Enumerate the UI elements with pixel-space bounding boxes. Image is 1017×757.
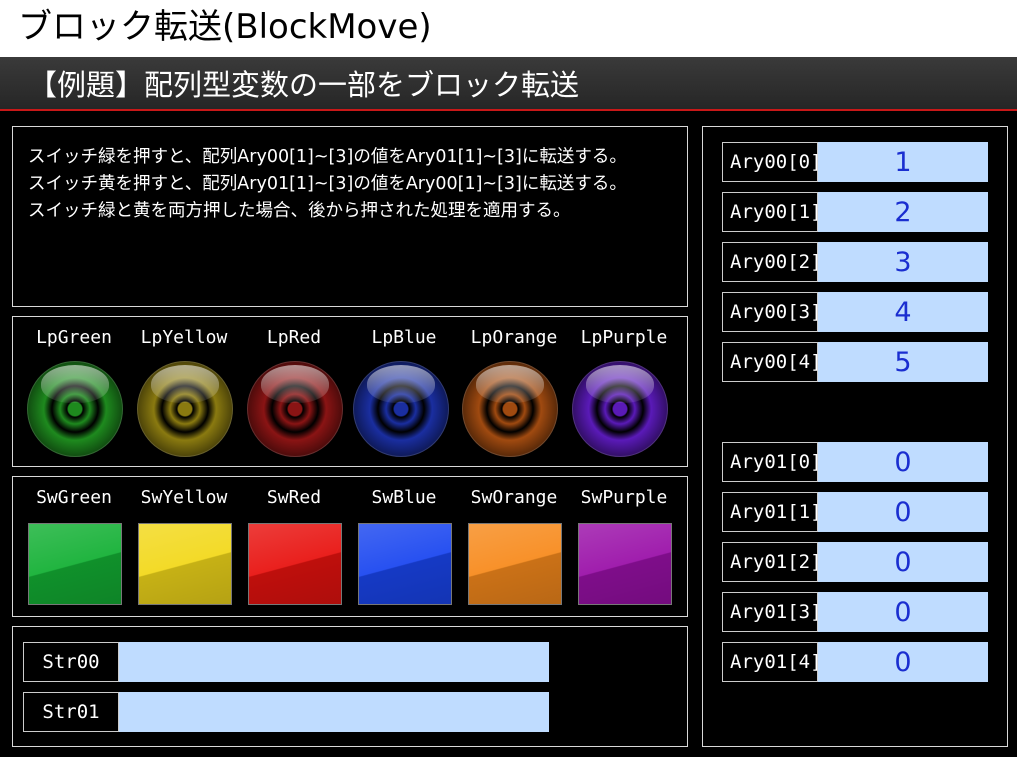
ary01-3-label: Ary01[3] xyxy=(722,592,822,632)
switch-red-button[interactable] xyxy=(248,523,342,605)
switch-yellow-button[interactable] xyxy=(138,523,232,605)
section-header: 【例題】配列型変数の一部をブロック転送 xyxy=(0,57,1017,111)
description-line-3: スイッチ緑と黄を両方押した場合、後から押された処理を適用する。 xyxy=(28,201,571,221)
switch-orange-label: SwOrange xyxy=(470,487,558,508)
description-line-2: スイッチ黄を押すと、配列Ary01[1]~[3]の値をAry00[1]~[3]に… xyxy=(28,174,627,194)
str01-label: Str01 xyxy=(23,692,119,732)
ary01-2-value[interactable]: 0 xyxy=(818,542,988,582)
ary01-1-label: Ary01[1] xyxy=(722,492,822,532)
ary01-4-value[interactable]: 0 xyxy=(818,642,988,682)
ary01-1-value[interactable]: 0 xyxy=(818,492,988,532)
lamp-purple-label: LpPurple xyxy=(580,327,668,348)
ary00-4-label: Ary00[4] xyxy=(722,342,822,382)
lamp-purple-icon xyxy=(572,361,668,457)
switch-purple-button[interactable] xyxy=(578,523,672,605)
str00-label: Str00 xyxy=(23,642,119,682)
switch-panel: SwGreen SwYellow SwRed SwBlue SwOrange S… xyxy=(12,476,688,617)
switch-yellow-label: SwYellow xyxy=(140,487,228,508)
ary00-0-value[interactable]: 1 xyxy=(818,142,988,182)
ary00-0-label: Ary00[0] xyxy=(722,142,822,182)
lamp-red-icon xyxy=(247,361,343,457)
lamp-yellow-icon xyxy=(137,361,233,457)
ary01-2-label: Ary01[2] xyxy=(722,542,822,582)
ary00-1-value[interactable]: 2 xyxy=(818,192,988,232)
lamp-green-icon xyxy=(27,361,123,457)
lamp-orange-label: LpOrange xyxy=(470,327,558,348)
ary01-3-value[interactable]: 0 xyxy=(818,592,988,632)
str00-field[interactable] xyxy=(119,642,549,682)
ary01-0-label: Ary01[0] xyxy=(722,442,822,482)
switch-blue-button[interactable] xyxy=(358,523,452,605)
string-panel: Str00 Str01 xyxy=(12,626,688,747)
title-bar: ブロック転送(BlockMove) xyxy=(0,0,1017,57)
lamp-orange-icon xyxy=(462,361,558,457)
ary01-4-label: Ary01[4] xyxy=(722,642,822,682)
ary01-0-value[interactable]: 0 xyxy=(818,442,988,482)
ary00-1-label: Ary00[1] xyxy=(722,192,822,232)
ary00-4-value[interactable]: 5 xyxy=(818,342,988,382)
ary00-3-value[interactable]: 4 xyxy=(818,292,988,332)
switch-red-label: SwRed xyxy=(266,487,322,508)
lamp-blue-icon xyxy=(353,361,449,457)
ary00-2-label: Ary00[2] xyxy=(722,242,822,282)
switch-blue-label: SwBlue xyxy=(371,487,437,508)
lamp-yellow-label: LpYellow xyxy=(140,327,228,348)
page-title: ブロック転送(BlockMove) xyxy=(18,7,432,47)
str01-field[interactable] xyxy=(119,692,549,732)
description-line-1: スイッチ緑を押すと、配列Ary00[1]~[3]の値をAry01[1]~[3]に… xyxy=(28,147,627,167)
ary00-3-label: Ary00[3] xyxy=(722,292,822,332)
lamp-panel: LpGreen LpYellow LpRed LpBlue LpOrange L… xyxy=(12,316,688,467)
description-panel: スイッチ緑を押すと、配列Ary00[1]~[3]の値をAry01[1]~[3]に… xyxy=(12,126,688,307)
lamp-blue-label: LpBlue xyxy=(371,327,437,348)
lamp-red-label: LpRed xyxy=(266,327,322,348)
ary00-2-value[interactable]: 3 xyxy=(818,242,988,282)
switch-green-label: SwGreen xyxy=(36,487,112,508)
switch-green-button[interactable] xyxy=(28,523,122,605)
array-panel: Ary00[0] 1 Ary00[1] 2 Ary00[2] 3 Ary00[3… xyxy=(702,126,1008,747)
switch-purple-label: SwPurple xyxy=(580,487,668,508)
section-title: 【例題】配列型変数の一部をブロック転送 xyxy=(28,68,580,102)
lamp-green-label: LpGreen xyxy=(36,327,112,348)
switch-orange-button[interactable] xyxy=(468,523,562,605)
